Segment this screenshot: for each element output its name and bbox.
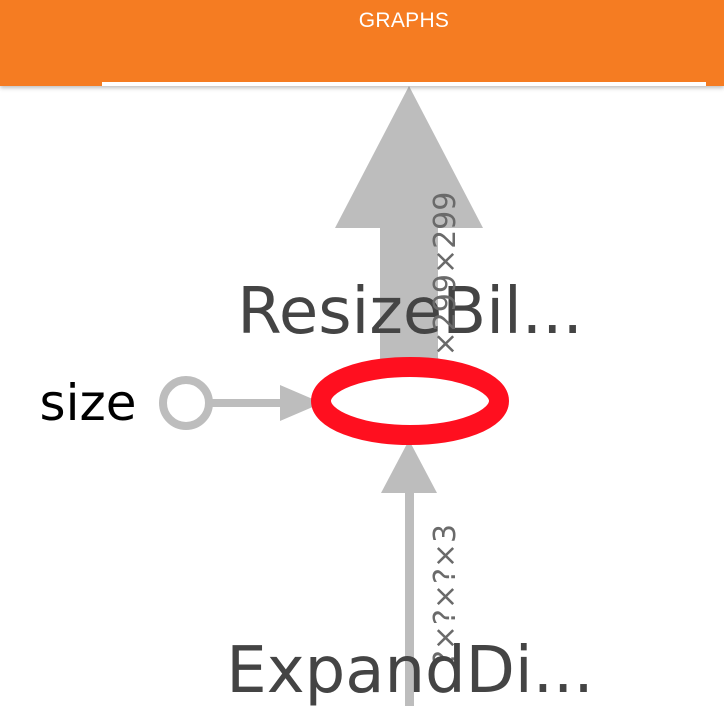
top-bar: GRAPHS <box>0 0 724 86</box>
node-label-expand[interactable]: ExpandDi... <box>226 634 593 706</box>
node-label-size[interactable]: size <box>40 374 137 432</box>
graph-canvas[interactable]: ResizeBil... ?×299×299 ?×?×?×3 size Expa… <box>0 0 724 706</box>
tab-graphs[interactable]: GRAPHS <box>102 0 706 86</box>
tab-graphs-label: GRAPHS <box>358 9 450 32</box>
tab-active-indicator <box>102 82 706 86</box>
node-resize-selected[interactable] <box>311 357 509 445</box>
tensorboard-app: GRAPHS ResizeBil... ?×299×299 ?×?×?×3 si… <box>0 0 724 706</box>
node-label-resize[interactable]: ResizeBil... <box>237 275 583 349</box>
edge-label-resize-output: ?×299×299 <box>428 192 463 373</box>
edge-expand-arrowhead <box>381 440 437 493</box>
edge-size-shaft <box>210 399 285 407</box>
node-size-const[interactable] <box>159 376 213 430</box>
edge-size-to-resize[interactable] <box>210 385 322 421</box>
